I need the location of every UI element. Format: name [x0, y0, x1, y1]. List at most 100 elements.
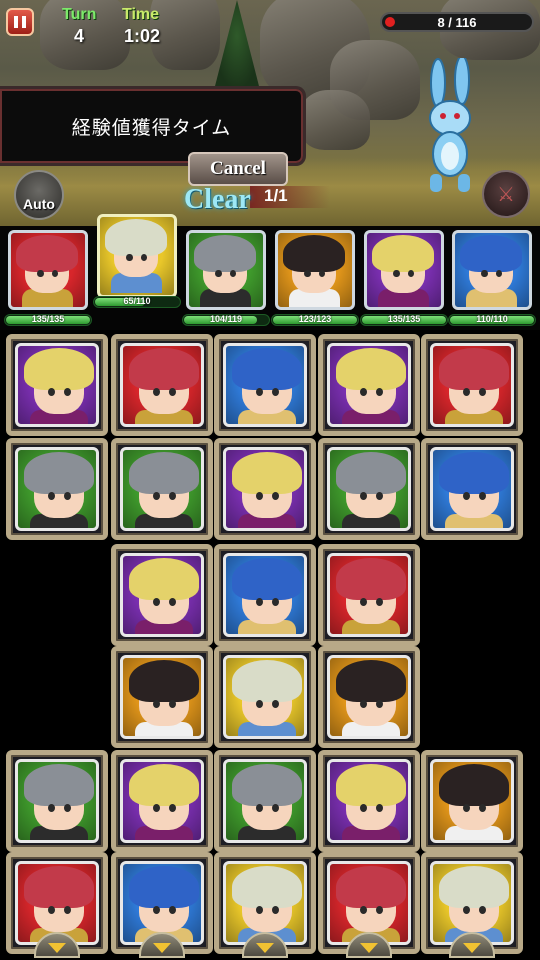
red-hero-hair — [439, 348, 509, 390]
blue-hero-hair — [439, 452, 509, 494]
party-hp-text: 135/135 — [387, 314, 421, 324]
blue-hero-hair — [232, 558, 302, 600]
purple-hero-tile[interactable] — [120, 759, 204, 843]
party-member-blue-hero[interactable] — [452, 230, 532, 310]
party-member-orange-hero[interactable] — [275, 230, 355, 310]
hero-eye — [360, 804, 367, 812]
skill-button[interactable]: ⚔ — [482, 170, 530, 218]
auto-button[interactable]: Auto — [14, 170, 64, 220]
purple-hero-tile[interactable] — [223, 447, 307, 531]
hero-eye — [479, 804, 486, 812]
orange-hero-tile[interactable] — [430, 759, 514, 843]
red-hero-hair — [336, 866, 406, 908]
hero-eye — [256, 700, 263, 708]
hero-eye — [393, 270, 400, 278]
purple-hero-hair — [336, 348, 406, 390]
turn-label: Turn — [62, 6, 97, 23]
blue-hero-tile[interactable] — [223, 553, 307, 637]
battle-scene: Turn 4 Time 1:02 8 / 116 経験値獲得タイム Clear … — [0, 0, 540, 228]
hero-eye — [48, 492, 55, 500]
hero-eye — [153, 700, 160, 708]
hero-eye — [479, 906, 486, 914]
tree — [214, 0, 260, 90]
purple-hero-tile[interactable] — [327, 759, 411, 843]
hero-eye — [64, 906, 71, 914]
hero-eye — [318, 270, 325, 278]
orange-hero-hair — [336, 660, 406, 702]
yellow-hero-tile[interactable] — [223, 655, 307, 739]
hero-eye — [64, 388, 71, 396]
enemy-hp-bar: 8 / 116 — [380, 12, 534, 32]
hero-eye — [48, 388, 55, 396]
party-row: 135/135 65/110 104/119 123/123 135/135 110/11… — [0, 214, 540, 330]
hero-eye — [51, 270, 58, 278]
party-member-yellow-hero[interactable] — [97, 214, 177, 298]
hero-eye — [304, 270, 311, 278]
red-hero-tile[interactable] — [430, 343, 514, 427]
turn-value: 4 — [74, 26, 85, 46]
purple-hero-hair — [232, 452, 302, 494]
hero-eye — [169, 804, 176, 812]
auto-label: Auto — [23, 196, 55, 212]
hero-eye — [463, 492, 470, 500]
exp-banner-text: 経験値獲得タイム — [71, 116, 232, 139]
purple-hero-tile[interactable] — [15, 343, 99, 427]
red-hero-hair — [129, 348, 199, 390]
party-member-red-hero[interactable] — [8, 230, 88, 310]
hero-eye — [272, 388, 279, 396]
party-hp-bar: 135/135 — [4, 314, 92, 326]
orange-hero-hair — [439, 764, 509, 806]
green-hero-tile[interactable] — [15, 447, 99, 531]
party-hp-text: 65/110 — [123, 296, 151, 306]
green-hero-tile[interactable] — [120, 447, 204, 531]
green-hero-hair — [232, 764, 302, 806]
hero-eye — [376, 598, 383, 606]
hero-eye — [126, 254, 133, 262]
cancel-button[interactable]: Cancel — [188, 152, 288, 186]
party-member-purple-hero[interactable] — [364, 230, 444, 310]
party-member-green-hero[interactable] — [186, 230, 266, 310]
green-hero-tile[interactable] — [327, 447, 411, 531]
hero-eye — [481, 270, 488, 278]
puzzle-board — [0, 330, 540, 960]
purple-hero-tile[interactable] — [120, 553, 204, 637]
blue-rabbit-monster[interactable] — [410, 58, 490, 198]
hero-eye — [256, 804, 263, 812]
enemy-hp-text: 8 / 116 — [437, 15, 477, 30]
red-hero-tile[interactable] — [327, 553, 411, 637]
purple-hero-hair — [372, 234, 434, 272]
green-hero-tile[interactable] — [15, 759, 99, 843]
purple-hero-hair — [129, 764, 199, 806]
party-hp-bar: 123/123 — [271, 314, 359, 326]
hero-eye — [463, 388, 470, 396]
party-hp-text: 123/123 — [298, 314, 332, 324]
hero-eye — [48, 906, 55, 914]
yellow-hero-hair — [105, 218, 167, 256]
hero-eye — [479, 388, 486, 396]
hero-eye — [272, 804, 279, 812]
purple-hero-tile[interactable] — [327, 343, 411, 427]
hero-eye — [376, 492, 383, 500]
yellow-hero-hair — [439, 866, 509, 908]
hero-eye — [376, 906, 383, 914]
hero-eye — [140, 254, 147, 262]
hero-eye — [64, 492, 71, 500]
party-hp-bar: 135/135 — [360, 314, 448, 326]
pause-button[interactable] — [6, 8, 34, 36]
hero-eye — [272, 906, 279, 914]
blue-hero-tile[interactable] — [430, 447, 514, 531]
blue-hero-hair — [232, 348, 302, 390]
hero-eye — [169, 492, 176, 500]
orange-hero-tile[interactable] — [327, 655, 411, 739]
red-hero-tile[interactable] — [120, 343, 204, 427]
hero-eye — [153, 906, 160, 914]
hero-eye — [376, 388, 383, 396]
hero-eye — [256, 906, 263, 914]
sword-icon: ⚔ — [497, 182, 515, 206]
green-hero-tile[interactable] — [223, 759, 307, 843]
blue-hero-tile[interactable] — [223, 343, 307, 427]
rock — [300, 90, 370, 150]
orange-hero-tile[interactable] — [120, 655, 204, 739]
green-hero-hair — [336, 452, 406, 494]
hero-eye — [272, 598, 279, 606]
